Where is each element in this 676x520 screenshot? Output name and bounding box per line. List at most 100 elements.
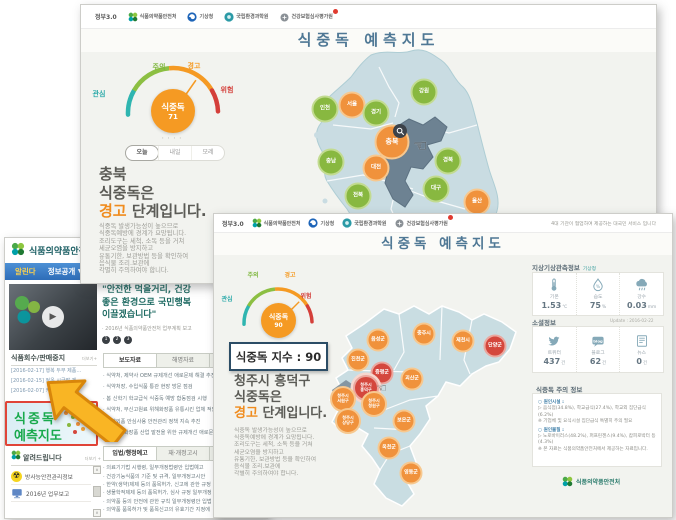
press-tab-2[interactable]: 해명자료 [157,353,210,368]
news-icon [635,334,649,348]
play-icon[interactable]: ▶ [42,306,64,328]
stat-thermometer[interactable]: 기온1.53℃ [533,273,576,315]
footer-brand: 식품의약품안전처 [562,476,620,487]
gauge-value: 71 [168,113,178,121]
legis-tab-2[interactable]: 재·개정고시 [157,446,210,461]
clover-icon [11,450,21,460]
scrollbar[interactable]: ∧ ∨ [93,466,101,517]
region-marker[interactable]: 서울 [339,92,366,119]
highlight-arrow [38,370,138,442]
rain-icon [635,278,649,292]
region-marker[interactable]: 음성군 [367,329,390,352]
twitter-icon [547,334,561,348]
weather-section-title: 지상기상관측정보기상청 [532,262,596,272]
district-prediction-map-window: 정부3.0식품의약품안전처기상청국립환경과학원건강보험심사평가원 4대 기관이 … [213,213,673,518]
stat-unit: 건 [561,361,565,366]
recall-title: 식품회수/판매중지 [11,353,65,363]
nav-item-1[interactable]: 알린다 [15,266,36,277]
caution-box: ○ 원인시설 :▷ 음식점(34.8%), 학교급식(27.4%), 학교외 집… [532,393,662,467]
region-marker[interactable]: 강원 [411,79,438,106]
stat-blog[interactable]: blog블로그62건 [576,327,620,372]
gauge-value-bubble: 식중독 71 [151,89,195,133]
stat-unit: 건 [643,361,647,366]
notice-list-item[interactable]: 2016년 업무보고 [11,485,91,502]
region-marker[interactable]: 옥천군 [378,437,401,460]
mfds-logo [562,476,573,487]
report-icon [11,487,23,499]
region-marker[interactable]: 대전 [363,155,390,182]
gauge-center-label: 식중독 [161,101,184,113]
thermometer-icon [547,278,561,292]
region-marker[interactable]: 충남 [318,149,345,176]
region-marker[interactable]: 경북 [435,148,462,175]
recall-more-link[interactable]: 더보기+ [82,356,97,362]
notice-list-item[interactable]: ☢방사능안전관리정보 [11,468,91,485]
region-marker[interactable]: 청주시상당구 [335,408,361,434]
video-thumbnail[interactable]: ▶ [9,284,97,350]
caution-line: ※ 기업체 및 요식시설 집단급식 특별히 주의 필요 [538,419,656,425]
caution-line: ▷ 노로바이러스(48.2%), 퍼프린젠스(9.4%), 캄피로박터 등(4.… [538,434,656,447]
region-marker[interactable]: 대구 [423,176,450,203]
hand-cursor-icon: ☜ [376,381,387,395]
notice-item-label: 2016년 업무보고 [26,489,69,498]
region-marker[interactable]: 괴산군 [401,368,424,391]
scrollbar-thumb[interactable] [93,486,101,497]
legis-tab-1[interactable]: 입법/행정예고 [103,446,157,461]
humidity-icon: % [591,278,605,292]
gauge-value-bubble: 식중독 90 [261,303,296,338]
caution-line: ▷ 음식점(34.8%), 학교급식(27.4%), 학교외 집단급식(6.2%… [538,406,656,419]
region-marker[interactable]: 전북 [345,183,372,210]
social-update-label: Update : 2016-02-22 [610,318,654,323]
stat-unit: ℃ [562,305,567,310]
weather-title-text: 지상기상관측정보 [532,264,580,272]
radiation-icon: ☢ [11,471,22,482]
pager-dot[interactable]: 2 [113,336,121,344]
pager-dot[interactable]: 1 [102,336,110,344]
region-marker[interactable]: 제천시 [452,330,475,353]
stat-unit: 건 [602,361,606,366]
notice-more-link[interactable]: 더보기 + [85,456,101,462]
scroll-down-icon[interactable]: ∨ [93,509,101,517]
caution-line: ※ 본 자료는 식품의약품안전처에서 제공하는 자료입니다. [538,447,656,453]
stat-value: 62건 [590,357,606,366]
nav-item-2[interactable]: 정보공개 ▼ [48,266,84,277]
region-marker[interactable]: 경기 [363,100,390,127]
region-marker[interactable]: 충주시 [413,323,436,346]
footer-brand-label: 식품의약품안전처 [576,477,620,486]
gauge-value: 90 [274,322,282,329]
stat-value: 75% [590,301,606,310]
notice-section: 알려드립니다 더보기 + ☢방사능안전관리정보2016년 업무보고 ∧ ∨ [11,450,101,502]
stat-value: 437건 [543,357,565,366]
region-marker[interactable]: 보은군 [393,410,416,433]
svg-text:%: % [596,284,601,290]
scroll-up-icon[interactable]: ∧ [93,466,101,474]
stat-label: 강수 [637,293,646,300]
weather-box: 기온1.53℃%습도75%강수0.03mm [532,272,664,316]
stat-value: 0.03mm [627,301,656,310]
stat-news[interactable]: 뉴스0건 [619,327,663,372]
pager-dot[interactable]: 3 [124,336,132,344]
stat-value: 0건 [636,357,647,366]
region-marker[interactable]: 진천군 [347,349,370,372]
stat-label: 블로그 [591,349,604,356]
stat-unit: mm [648,305,657,310]
stat-unit: % [602,305,606,310]
notice-list: ☢방사능안전관리정보 2016년 업무보고 [11,468,91,502]
mfds-logo[interactable] [11,241,25,260]
index-callout-box: 식중독 지수 : 90 [229,342,328,371]
stat-twitter[interactable]: 트위터437건 [533,327,576,372]
press-tab-1[interactable]: 보도자료 [103,353,157,368]
stat-label: 기온 [550,293,559,300]
notice-item-label: 방사능안전관리정보 [25,472,73,481]
region-marker[interactable]: 단양군 [484,335,507,358]
stat-humidity[interactable]: %습도75% [576,273,620,315]
region-marker[interactable]: 인천 [312,96,339,123]
map-zoom-button[interactable] [393,124,407,138]
stat-value: 1.53℃ [541,301,567,310]
blog-icon: blog [591,334,605,348]
hand-cursor-icon: ☜ [413,136,427,155]
region-marker[interactable]: 영동군 [400,462,423,485]
region-marker[interactable]: 울산 [464,189,491,216]
notice-title: 알려드립니다 [23,453,62,463]
stat-rain[interactable]: 강수0.03mm [619,273,663,315]
